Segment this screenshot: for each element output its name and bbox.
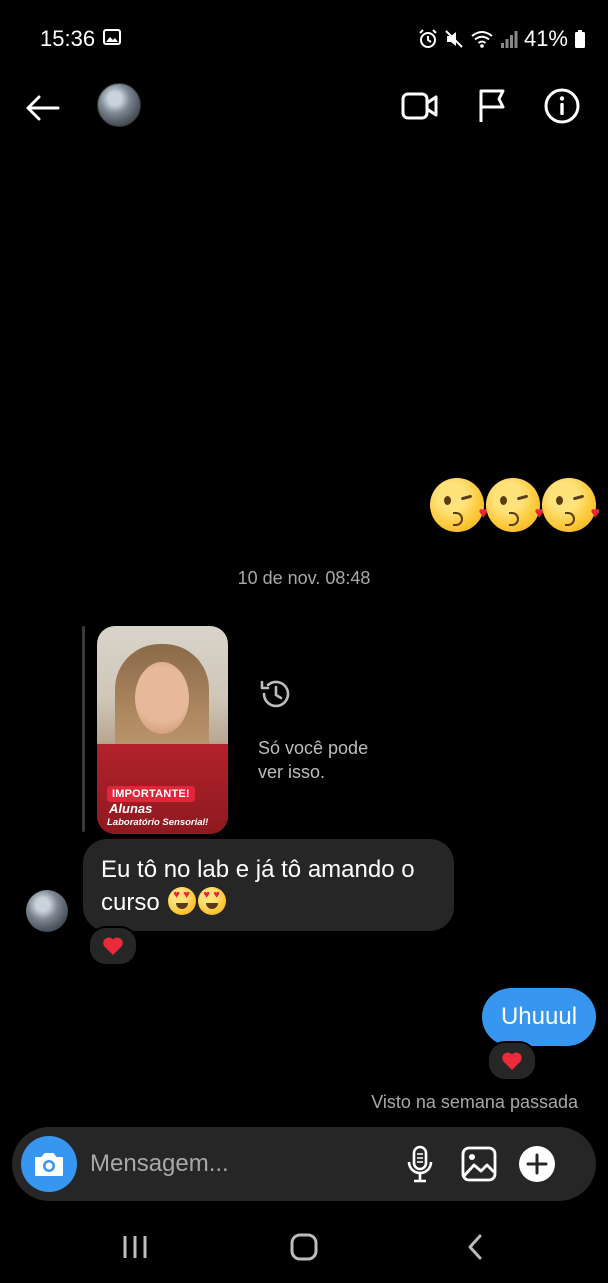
gallery-icon [461,1146,497,1182]
camera-icon [35,1153,63,1176]
sent-message-bubble[interactable]: Uhuuul [482,988,596,1046]
heart-reaction[interactable] [487,1041,537,1081]
story-tag-title: Alunas [109,801,153,816]
battery-percent: 41% [523,26,568,51]
kiss-emoji-icon: ♥ [486,478,544,532]
info-icon [544,88,580,124]
video-call-button[interactable] [398,84,442,128]
heart-eyes-emoji-icon [168,887,197,915]
back-arrow-icon [26,95,60,121]
wifi-icon [471,31,493,48]
status-icons: 41% [418,26,586,52]
sent-emoji-message[interactable]: ♥ ♥ ♥ [430,478,600,532]
history-icon [260,680,290,708]
heart-icon [103,937,123,955]
video-camera-icon [401,92,438,120]
status-time: 15:36 [40,26,96,51]
story-tag-subtitle: Laboratório Sensorial! [107,817,209,828]
info-button[interactable] [540,84,584,128]
heart-eyes-emoji-icon [198,887,227,915]
plus-icon [519,1146,555,1182]
sender-avatar[interactable] [26,890,68,932]
seen-status: Visto na semana passada [371,1092,578,1112]
voice-message-button[interactable] [402,1144,438,1184]
nav-back-icon[interactable] [462,1232,490,1262]
more-options-button[interactable] [517,1144,557,1184]
avatar[interactable] [97,83,141,127]
back-button[interactable] [20,86,64,130]
camera-button[interactable] [21,1136,77,1192]
heart-icon [502,1052,522,1070]
only-you-notice: Só você pode ver isso. [258,738,369,782]
home-icon[interactable] [288,1232,320,1262]
story-tag-important: IMPORTANTE! [107,786,195,802]
received-message-text: Eu tô no lab e já tô amando o curso [101,856,415,916]
message-timestamp: 10 de nov. 08:48 [237,568,371,588]
heart-reaction[interactable] [88,926,138,966]
kiss-emoji-icon: ♥ [542,478,600,532]
story-reply-bar [82,626,85,832]
microphone-icon [407,1145,433,1183]
kiss-emoji-icon: ♥ [430,478,488,532]
received-message-bubble[interactable]: Eu tô no lab e já tô amando o curso [83,839,454,931]
flag-icon [479,89,505,122]
mute-icon [445,30,463,48]
battery-icon [575,30,585,48]
alarm-icon [419,29,437,48]
gallery-button[interactable] [459,1144,499,1184]
report-button[interactable] [470,84,514,128]
message-input[interactable] [90,1145,380,1183]
recents-icon[interactable] [120,1232,150,1262]
sent-message-text: Uhuuul [500,1003,578,1030]
signal-icon [500,31,518,48]
image-icon [103,29,121,45]
story-thumbnail[interactable]: IMPORTANTE! Alunas Laboratório Sensorial… [97,626,228,834]
